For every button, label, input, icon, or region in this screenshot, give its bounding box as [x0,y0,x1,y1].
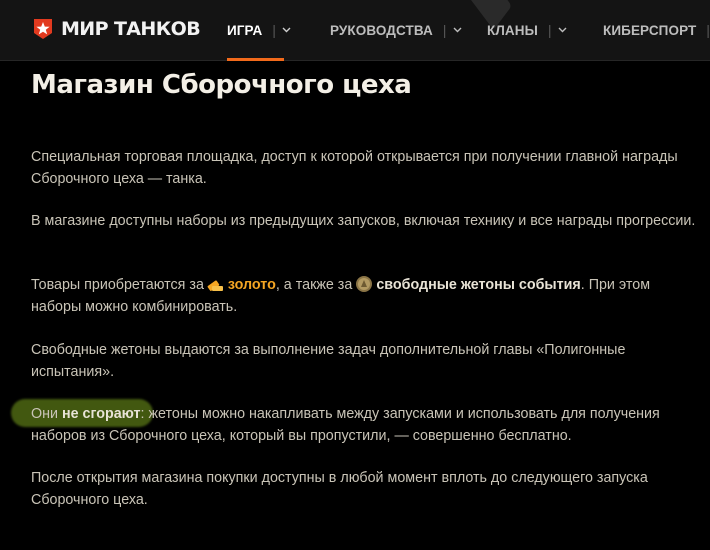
nav-item-label: ИГРА [227,22,263,38]
active-nav-underline [227,58,284,61]
nav-separator: | [706,22,710,38]
paragraph-intro: Специальная торговая площадка, доступ к … [31,149,678,187]
site-logo[interactable]: МИР ТАНКОВ [31,14,201,44]
paragraph-purchase: Товары приобретаются за золото, а также … [31,274,701,318]
token-coin-icon [356,276,373,292]
nav-item-label: КИБЕРСПОРТ [603,22,697,38]
paragraph-availability: После открытия магазина покупки доступны… [31,470,648,508]
nav-item-game[interactable]: ИГРА | [227,0,291,60]
page-title: Магазин Сборочного цеха [31,70,412,100]
chevron-down-icon[interactable] [282,27,291,33]
nav-item-label: КЛАНЫ [487,22,538,38]
nav-item-guides[interactable]: РУКОВОДСТВА | [330,0,462,60]
text-fragment: Товары приобретаются за [31,277,204,293]
gold-icon [207,280,223,291]
gold-link[interactable]: золото [228,277,276,293]
paragraph-no-expire: Они не сгорают: жетоны можно накапливать… [31,403,701,447]
no-expire-strong: не сгорают [61,406,141,422]
nav-separator: | [442,22,447,38]
text-fragment: , а также за [275,277,353,293]
logo-text: МИР ТАНКОВ [61,18,201,40]
chevron-down-icon[interactable] [453,27,462,33]
nav-item-clans[interactable]: КЛАНЫ | [487,0,567,60]
nav-item-label: РУКОВОДСТВА [330,22,433,38]
tokens-highlight: свободные жетоны события [376,277,581,293]
chevron-down-icon[interactable] [558,27,567,33]
top-navigation-bar: МИР ТАНКОВ ИГРА | РУКОВОДСТВА | КЛАНЫ | … [0,0,710,61]
wot-star-logo-icon [34,19,52,39]
paragraph-tokens: Свободные жетоны выдаются за выполнение … [31,342,626,380]
text-fragment: Они [31,406,62,422]
nav-item-esports[interactable]: КИБЕРСПОРТ | [603,0,710,60]
nav-separator: | [272,22,276,38]
paragraph-sets: В магазине доступны наборы из предыдущих… [31,213,696,229]
nav-separator: | [547,22,552,38]
